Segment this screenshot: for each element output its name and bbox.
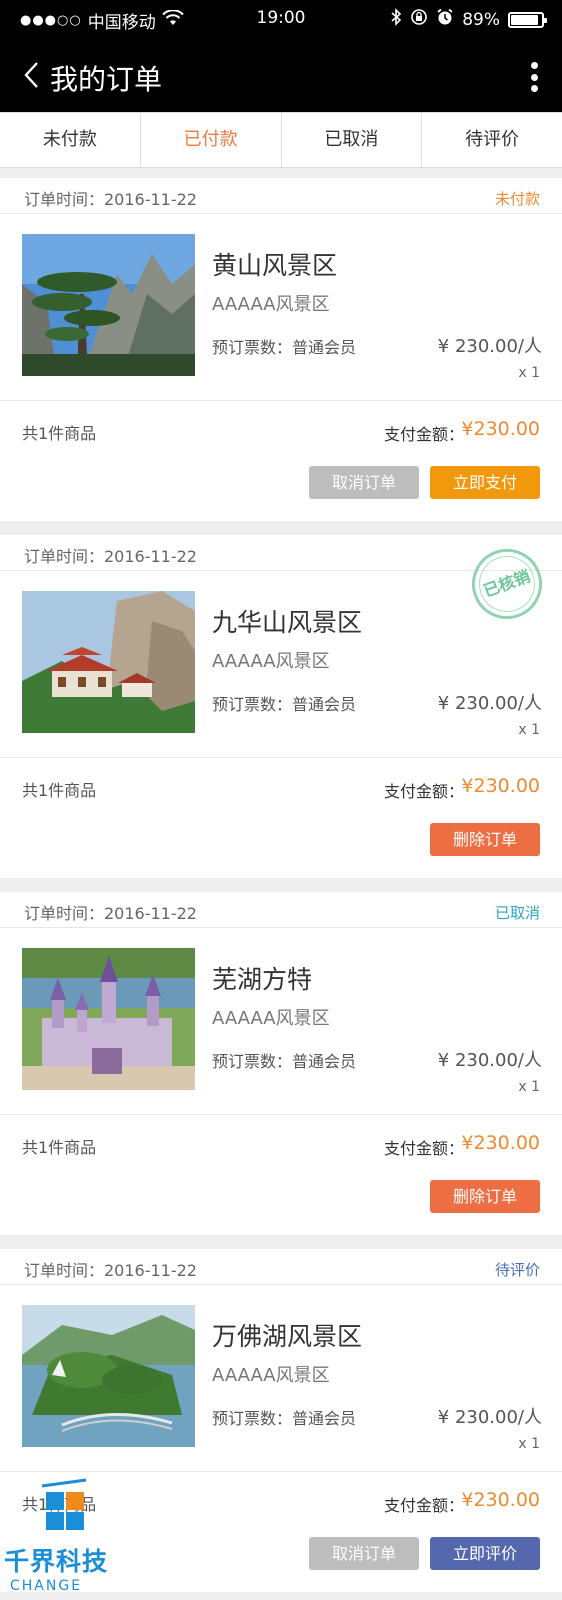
order-status: 待评价	[494, 1261, 540, 1279]
item-count: 共1件商品	[22, 1138, 97, 1157]
pay-amount-label: 支付金额：	[383, 1139, 464, 1158]
order-tabs: 未付款 已付款 已取消 待评价	[0, 112, 562, 168]
nav-bar: 我的订单	[0, 38, 562, 112]
quantity: x 1	[518, 1079, 540, 1095]
pay-amount-label: 支付金额：	[383, 425, 464, 444]
unit-price: ¥ 230.00/人	[437, 336, 542, 357]
quantity: x 1	[518, 365, 540, 381]
scenic-thumbnail-fangte[interactable]	[22, 948, 195, 1090]
pay-amount: ¥230.00	[461, 775, 540, 797]
battery-fill	[511, 14, 538, 25]
watermark-sub: CHANGE	[10, 1578, 83, 1594]
alarm-icon	[436, 8, 454, 31]
order-status: 未付款	[494, 190, 540, 208]
divider	[0, 1471, 562, 1472]
ticket-type: 预订票数：普通会员	[212, 338, 357, 357]
tab-unpaid[interactable]: 未付款	[0, 113, 141, 167]
unit-price: ¥ 230.00/人	[437, 1050, 542, 1071]
divider	[0, 1114, 562, 1115]
rotation-lock-icon	[410, 8, 428, 31]
pay-now-button[interactable]: 立即支付	[430, 466, 540, 499]
pay-amount-label: 支付金额：	[383, 782, 464, 801]
watermark-logo-icon	[41, 1478, 87, 1530]
battery-percent: 89%	[462, 9, 500, 30]
scenic-name: 芜湖方特	[212, 965, 313, 994]
tab-to-review[interactable]: 待评价	[422, 113, 562, 167]
quantity: x 1	[518, 722, 540, 738]
pay-amount-label: 支付金额：	[383, 1496, 464, 1515]
order-header: 订单时间：2016-11-22 待评价	[0, 1249, 562, 1285]
back-chevron-icon[interactable]	[18, 60, 48, 90]
unit-price: ¥ 230.00/人	[437, 693, 542, 714]
ticket-type: 预订票数：普通会员	[212, 1052, 357, 1071]
order-time: 订单时间：2016-11-22	[24, 904, 197, 923]
item-count: 共1件商品	[22, 781, 97, 800]
cancel-order-button[interactable]: 取消订单	[309, 466, 419, 499]
battery-icon	[508, 11, 547, 28]
divider	[0, 757, 562, 758]
order-status: 已取消	[494, 904, 540, 922]
order-header: 订单时间：2016-11-22 未付款	[0, 178, 562, 214]
order-time: 订单时间：2016-11-22	[24, 547, 197, 566]
page-title: 我的订单	[50, 63, 163, 96]
watermark-brand: 千界科技	[4, 1547, 109, 1576]
quantity: x 1	[518, 1436, 540, 1452]
order-card: 订单时间：2016-11-22 已核销 九华山风景区 AAAAA风景区 预订票数…	[0, 535, 562, 878]
order-header: 订单时间：2016-11-22 已取消	[0, 892, 562, 928]
scenic-thumbnail-huangshan[interactable]	[22, 234, 195, 376]
scenic-level: AAAAA风景区	[212, 1008, 330, 1029]
pay-amount: ¥230.00	[461, 418, 540, 440]
scenic-name: 黄山风景区	[212, 251, 338, 280]
unit-price: ¥ 230.00/人	[437, 1407, 542, 1428]
ticket-type: 预订票数：普通会员	[212, 1409, 357, 1428]
scenic-level: AAAAA风景区	[212, 651, 330, 672]
delete-order-button[interactable]: 删除订单	[430, 1180, 540, 1213]
scenic-thumbnail-wanfohu[interactable]	[22, 1305, 195, 1447]
order-time: 订单时间：2016-11-22	[24, 190, 197, 209]
brand-watermark: 千界科技 CHANGE	[0, 1478, 130, 1600]
tab-paid[interactable]: 已付款	[141, 113, 282, 167]
order-time: 订单时间：2016-11-22	[24, 1261, 197, 1280]
bluetooth-icon	[390, 8, 402, 31]
ticket-type: 预订票数：普通会员	[212, 695, 357, 714]
scenic-level: AAAAA风景区	[212, 1365, 330, 1386]
scenic-thumbnail-jiuhuashan[interactable]	[22, 591, 195, 733]
review-now-button[interactable]: 立即评价	[430, 1537, 540, 1570]
scenic-level: AAAAA风景区	[212, 294, 330, 315]
order-card: 订单时间：2016-11-22 未付款 黄山风景区 AAAAA风景区 预订票数：…	[0, 178, 562, 521]
order-card: 订单时间：2016-11-22 已取消 芜湖方特 AAAAA风景区 预订票数：普…	[0, 892, 562, 1235]
delete-order-button[interactable]: 删除订单	[430, 823, 540, 856]
pay-amount: ¥230.00	[461, 1489, 540, 1511]
cancel-order-button[interactable]: 取消订单	[309, 1537, 419, 1570]
scenic-name: 万佛湖风景区	[212, 1322, 363, 1351]
pay-amount: ¥230.00	[461, 1132, 540, 1154]
more-options-icon[interactable]	[528, 62, 540, 92]
item-count: 共1件商品	[22, 424, 97, 443]
scenic-name: 九华山风景区	[212, 608, 363, 637]
status-bar: ●●●○○ 中国移动 19:00 89%	[0, 0, 562, 38]
divider	[0, 400, 562, 401]
tab-cancelled[interactable]: 已取消	[282, 113, 423, 167]
